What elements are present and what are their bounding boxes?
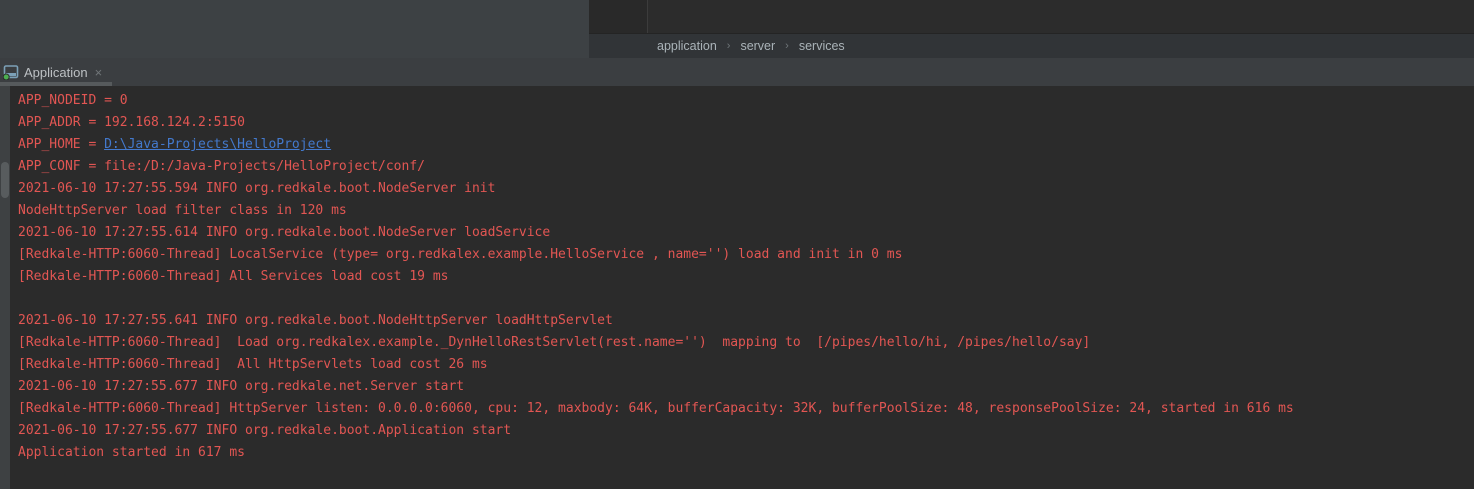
console-line: [Redkale-HTTP:6060-Thread] LocalService … — [18, 244, 1474, 266]
editor-right-pane: application › server › services — [589, 0, 1474, 58]
log-text: APP_CONF = file:/D:/Java-Projects/HelloP… — [18, 159, 425, 174]
log-text: Application started in 617 ms — [18, 445, 245, 460]
log-text: [Redkale-HTTP:6060-Thread] All HttpServl… — [18, 357, 488, 372]
console-line: APP_CONF = file:/D:/Java-Projects/HelloP… — [18, 156, 1474, 178]
console-line: APP_ADDR = 192.168.124.2:5150 — [18, 112, 1474, 134]
console-line: [Redkale-HTTP:6060-Thread] Load org.redk… — [18, 332, 1474, 354]
log-text: 2021-06-10 17:27:55.677 INFO org.redkale… — [18, 379, 464, 394]
editor-area: application › server › services — [0, 0, 1474, 58]
console-line: 2021-06-10 17:27:55.641 INFO org.redkale… — [18, 310, 1474, 332]
console-line: NodeHttpServer load filter class in 120 … — [18, 200, 1474, 222]
run-toolwindow-tabbar: Application × — [0, 58, 1474, 86]
breadcrumb-separator-icon: › — [727, 40, 731, 52]
ide-window: application › server › services Application … — [0, 0, 1474, 489]
log-text: 2021-06-10 17:27:55.614 INFO org.redkale… — [18, 225, 550, 240]
breadcrumb-item-services[interactable]: services — [799, 39, 845, 53]
editor-left-pane — [0, 0, 589, 58]
log-text: APP_HOME = — [18, 137, 104, 152]
log-text: [Redkale-HTTP:6060-Thread] HttpServer li… — [18, 401, 1294, 416]
tab-label: Application — [24, 65, 88, 80]
console-log[interactable]: APP_NODEID = 0 APP_ADDR = 192.168.124.2:5… — [10, 90, 1474, 489]
console-line: 2021-06-10 17:27:55.594 INFO org.redkale… — [18, 178, 1474, 200]
console-panel: APP_NODEID = 0 APP_ADDR = 192.168.124.2:5… — [0, 86, 1474, 489]
console-line: Application started in 617 ms — [18, 442, 1474, 464]
console-line: 2021-06-10 17:27:55.677 INFO org.redkale… — [18, 420, 1474, 442]
console-line: APP_HOME = D:\Java-Projects\HelloProject — [18, 134, 1474, 156]
console-line: [Redkale-HTTP:6060-Thread] HttpServer li… — [18, 398, 1474, 420]
log-text: APP_ADDR = 192.168.124.2:5150 — [18, 115, 245, 130]
console-line: [Redkale-HTTP:6060-Thread] All HttpServl… — [18, 354, 1474, 376]
log-text: [Redkale-HTTP:6060-Thread] LocalService … — [18, 247, 902, 262]
log-text: NodeHttpServer load filter class in 120 … — [18, 203, 347, 218]
console-line — [18, 288, 1474, 310]
run-console-icon — [3, 64, 19, 80]
breadcrumb-item-server[interactable]: server — [740, 39, 775, 53]
log-text: 2021-06-10 17:27:55.677 INFO org.redkale… — [18, 423, 511, 438]
console-left-strip — [0, 86, 10, 489]
scrollbar-thumb[interactable] — [1, 162, 9, 198]
editor-gutter — [589, 0, 648, 33]
console-line: 2021-06-10 17:27:55.677 INFO org.redkale… — [18, 376, 1474, 398]
breadcrumb: application › server › services — [589, 34, 1474, 58]
breadcrumb-item-application[interactable]: application — [657, 39, 717, 53]
console-line: 2021-06-10 17:27:55.614 INFO org.redkale… — [18, 222, 1474, 244]
log-text: APP_NODEID = 0 — [18, 93, 128, 108]
breadcrumb-separator-icon: › — [785, 40, 789, 52]
file-link[interactable]: D:\Java-Projects\HelloProject — [104, 137, 331, 152]
close-icon[interactable]: × — [95, 66, 103, 79]
console-line: [Redkale-HTTP:6060-Thread] All Services … — [18, 266, 1474, 288]
log-text: 2021-06-10 17:27:55.641 INFO org.redkale… — [18, 313, 613, 328]
console-line: APP_NODEID = 0 — [18, 90, 1474, 112]
log-text: [Redkale-HTTP:6060-Thread] Load org.redk… — [18, 335, 1090, 350]
log-text: [Redkale-HTTP:6060-Thread] All Services … — [18, 269, 448, 284]
log-text: 2021-06-10 17:27:55.594 INFO org.redkale… — [18, 181, 495, 196]
